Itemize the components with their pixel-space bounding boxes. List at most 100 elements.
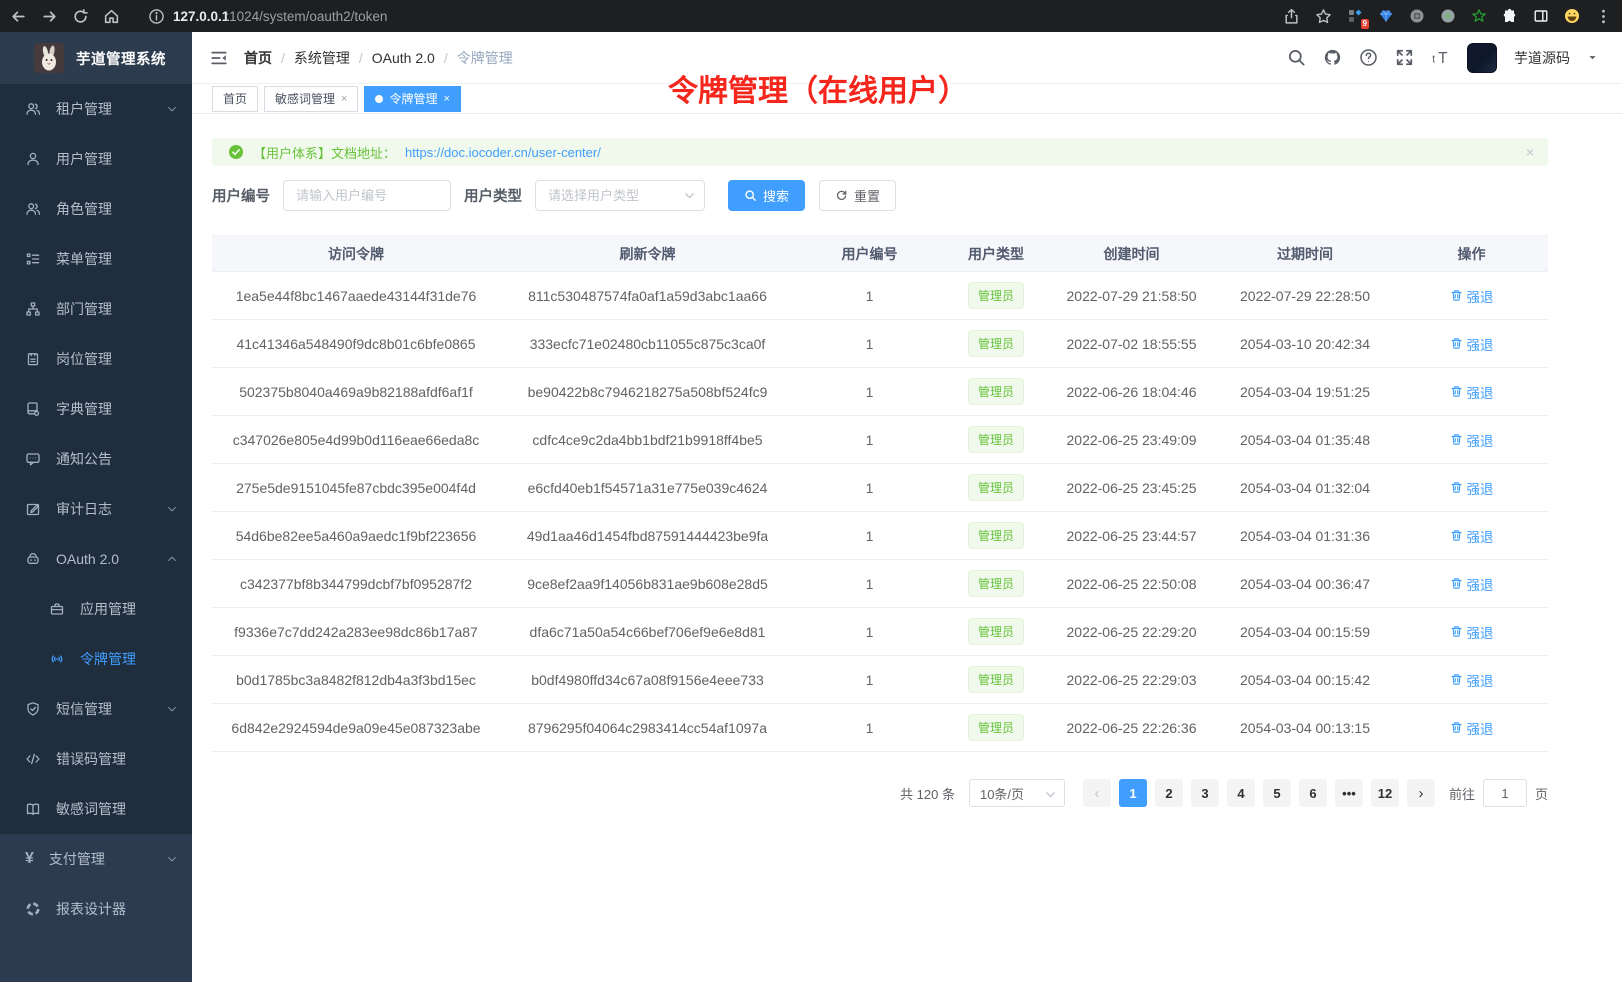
sidebar-toggle-icon[interactable] [1533, 8, 1549, 24]
table-row: 41c41346a548490f9dc8b01c6bfe0865333ecfc7… [212, 320, 1548, 368]
page-button-2[interactable]: 2 [1155, 779, 1183, 807]
browser-menu-icon[interactable] [1595, 8, 1612, 25]
expire-time-cell: 2054-03-04 00:15:42 [1215, 656, 1395, 704]
force-logout-button[interactable]: 强退 [1450, 286, 1494, 306]
sidebar-item-role[interactable]: 角色管理 [0, 184, 192, 234]
user-type-select-input[interactable] [535, 180, 705, 211]
sidebar-item-oauth2[interactable]: OAuth 2.0 [0, 534, 192, 584]
table-row: 54d6be82ee5a460a9aedc1f9bf22365649d1aa46… [212, 512, 1548, 560]
sidebar-item-pay[interactable]: ¥ 支付管理 [0, 834, 192, 884]
bookmark-star-icon[interactable] [1315, 8, 1332, 25]
next-page-button[interactable]: › [1407, 779, 1435, 807]
page-button-5[interactable]: 5 [1263, 779, 1291, 807]
page-size-select[interactable]: 10条/页 [969, 779, 1065, 807]
breadcrumb-item[interactable]: 首页 [244, 48, 272, 68]
sidebar-item-errorcode[interactable]: 错误码管理 [0, 734, 192, 784]
refresh-token-cell: be90422b8c7946218275a508bf524fc9 [500, 368, 795, 416]
search-icon[interactable] [1287, 48, 1306, 67]
more-pages-button[interactable]: ••• [1335, 779, 1363, 807]
breadcrumb-item: 令牌管理 [457, 48, 513, 68]
search-button[interactable]: 搜索 [728, 180, 805, 211]
sidebar-item-dict[interactable]: 字典管理 [0, 384, 192, 434]
gem-extension-icon[interactable] [1378, 8, 1394, 24]
puzzle-extension-icon[interactable] [1502, 8, 1518, 24]
page-button-1[interactable]: 1 [1119, 779, 1147, 807]
sidebar-item-oauth2-token[interactable]: 令牌管理 [0, 634, 192, 684]
breadcrumb-item[interactable]: 系统管理 [294, 48, 350, 68]
sidebar-item-label: 菜单管理 [56, 249, 112, 269]
user-avatar[interactable] [1467, 43, 1497, 73]
pay-yen-icon: ¥ [25, 851, 34, 867]
force-logout-button[interactable]: 强退 [1450, 670, 1494, 690]
force-logout-button[interactable]: 强退 [1450, 574, 1494, 594]
sidebar-item-label: 报表设计器 [56, 899, 126, 919]
share-icon[interactable] [1283, 8, 1300, 25]
page-button-12[interactable]: 12 [1371, 779, 1399, 807]
address-bar[interactable]: 127.0.0.1:1024/system/oauth2/token [148, 8, 1269, 25]
profile-avatar-icon[interactable] [1564, 8, 1580, 24]
prev-page-button[interactable]: ‹ [1083, 779, 1111, 807]
tab-首页[interactable]: 首页 [212, 86, 258, 112]
sidebar-menu: 租户管理用户管理角色管理菜单管理部门管理岗位管理字典管理通知公告审计日志OAut… [0, 84, 192, 834]
sidebar-item-menu[interactable]: 菜单管理 [0, 234, 192, 284]
sidebar-item-label: 支付管理 [49, 849, 105, 869]
force-logout-button[interactable]: 强退 [1450, 334, 1494, 354]
force-logout-label: 强退 [1467, 718, 1494, 738]
sidebar-item-audit-log[interactable]: 审计日志 [0, 484, 192, 534]
sidebar-item-post[interactable]: 岗位管理 [0, 334, 192, 384]
user-id-input[interactable] [283, 180, 451, 211]
page-button-6[interactable]: 6 [1299, 779, 1327, 807]
browser-back-icon[interactable] [10, 8, 27, 25]
browser-home-icon[interactable] [103, 8, 120, 25]
sidebar-item-notice[interactable]: 通知公告 [0, 434, 192, 484]
fontsize-icon[interactable]: tT [1431, 48, 1450, 67]
browser-forward-icon[interactable] [41, 8, 58, 25]
force-logout-button[interactable]: 强退 [1450, 478, 1494, 498]
fullscreen-icon[interactable] [1395, 48, 1414, 67]
sidebar-item-user[interactable]: 用户管理 [0, 134, 192, 184]
tab-敏感词管理[interactable]: 敏感词管理× [264, 86, 358, 112]
record-extension-icon[interactable] [1440, 8, 1456, 24]
user-type-select[interactable] [535, 180, 705, 211]
table-row: 502375b8040a469a9b82188afdf6af1fbe90422b… [212, 368, 1548, 416]
main-area: 首页/系统管理/OAuth 2.0/令牌管理 tT 芋道源码 首页敏感词管理×令… [192, 32, 1622, 982]
sidebar-item-dept[interactable]: 部门管理 [0, 284, 192, 334]
sidebar-item-sensitive[interactable]: 敏感词管理 [0, 784, 192, 834]
help-icon[interactable] [1359, 48, 1378, 67]
page-button-3[interactable]: 3 [1191, 779, 1219, 807]
browser-reload-icon[interactable] [72, 8, 89, 25]
sidebar-item-tenant[interactable]: 租户管理 [0, 84, 192, 134]
breadcrumb-item[interactable]: OAuth 2.0 [372, 50, 435, 66]
goto-label: 前往 [1449, 784, 1475, 803]
alert-close-icon[interactable]: × [1526, 144, 1534, 160]
doc-link[interactable]: https://doc.iocoder.cn/user-center/ [405, 145, 601, 160]
force-logout-button[interactable]: 强退 [1450, 622, 1494, 642]
force-logout-button[interactable]: 强退 [1450, 382, 1494, 402]
access-token-cell: f9336e7c7dd242a283ee98dc86b17a87 [212, 608, 500, 656]
page-info-icon[interactable] [148, 8, 165, 25]
github-icon[interactable] [1323, 48, 1342, 67]
sidebar-item-sms[interactable]: 短信管理 [0, 684, 192, 734]
tab-令牌管理[interactable]: 令牌管理× [364, 86, 460, 112]
command-extension-icon[interactable] [1409, 8, 1425, 24]
force-logout-button[interactable]: 强退 [1450, 526, 1494, 546]
force-logout-label: 强退 [1467, 526, 1494, 546]
user-caret-down-icon[interactable] [1587, 52, 1598, 63]
goto-page-input[interactable] [1483, 779, 1527, 807]
sidebar-item-report[interactable]: 报表设计器 [0, 884, 192, 934]
page-button-4[interactable]: 4 [1227, 779, 1255, 807]
reset-button[interactable]: 重置 [819, 180, 896, 211]
force-logout-button[interactable]: 强退 [1450, 430, 1494, 450]
extension-grid-icon[interactable]: 9 [1347, 8, 1363, 24]
username[interactable]: 芋道源码 [1514, 48, 1570, 68]
sidebar-logo[interactable]: 芋道管理系统 [0, 32, 192, 84]
refresh-token-cell: dfa6c71a50a54c66bef706ef9e6e8d81 [500, 608, 795, 656]
tab-close-icon[interactable]: × [341, 93, 347, 105]
create-time-cell: 2022-06-25 23:44:57 [1048, 512, 1215, 560]
collapse-sidebar-icon[interactable] [210, 49, 228, 67]
green-star-extension-icon[interactable] [1471, 8, 1487, 24]
sidebar-item-oauth2-app[interactable]: 应用管理 [0, 584, 192, 634]
tab-close-icon[interactable]: × [443, 93, 449, 105]
action-cell: 强退 [1395, 416, 1548, 464]
force-logout-button[interactable]: 强退 [1450, 718, 1494, 738]
